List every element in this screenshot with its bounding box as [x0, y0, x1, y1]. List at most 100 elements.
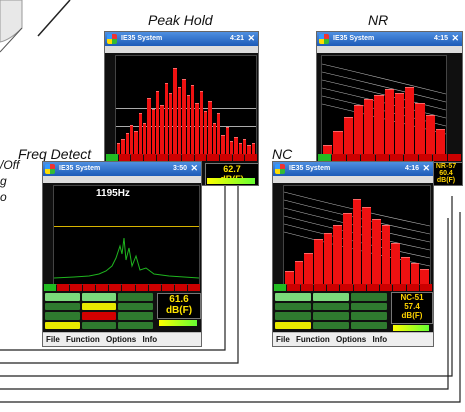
- control-button[interactable]: [275, 293, 311, 301]
- close-icon[interactable]: ✕: [422, 163, 430, 174]
- windows-start-icon[interactable]: [45, 164, 55, 174]
- spectrum-bar: [294, 261, 304, 284]
- windows-start-icon[interactable]: [107, 34, 117, 44]
- control-button[interactable]: [45, 312, 80, 320]
- frequency-trace: [54, 237, 199, 279]
- spectrum-bar: [221, 135, 225, 154]
- control-button[interactable]: [45, 321, 80, 329]
- spectrum-plot: [283, 185, 431, 285]
- spectrum-bar: [229, 141, 234, 154]
- level-unit: dB(F): [165, 305, 193, 316]
- spectrum-bar: [333, 225, 342, 284]
- windows-start-icon[interactable]: [275, 164, 285, 174]
- nc-label: NC-51: [400, 293, 424, 302]
- control-button[interactable]: [118, 321, 153, 329]
- control-button[interactable]: [81, 321, 117, 329]
- spectrum-bar: [410, 263, 420, 284]
- spectrum-bar: [134, 131, 138, 154]
- control-button[interactable]: [118, 312, 153, 320]
- spectrum-bar: [130, 125, 134, 154]
- windows-start-icon[interactable]: [319, 34, 329, 44]
- control-button[interactable]: [313, 302, 349, 310]
- control-button[interactable]: [313, 321, 349, 329]
- control-button[interactable]: [81, 312, 117, 320]
- spectrum-bar: [212, 123, 216, 154]
- control-button[interactable]: [118, 293, 153, 301]
- spectrum-plot: [115, 55, 257, 155]
- control-button[interactable]: [351, 312, 387, 320]
- clock: 4:21: [229, 35, 244, 42]
- control-button[interactable]: [275, 312, 311, 320]
- spectrum-bar: [394, 93, 404, 154]
- clock: 4:16: [404, 165, 419, 172]
- screen-freq-detect: IE35 System 3:50 ✕ 1195Hz 61.6 dB(F) Fil…: [42, 161, 202, 347]
- spectrum-bar: [147, 98, 151, 154]
- spectrum-bar: [125, 133, 130, 154]
- spectrum-bar: [182, 79, 186, 154]
- spectrum-bar: [151, 109, 156, 154]
- menu-bar: File Function Options Info: [43, 332, 201, 346]
- spectrum-bar: [401, 257, 410, 284]
- close-icon[interactable]: ✕: [247, 33, 255, 44]
- sub-header: [317, 46, 462, 53]
- menu-info[interactable]: Info: [372, 335, 387, 344]
- spectrum-bar: [374, 95, 384, 154]
- spectrum-bar: [323, 233, 333, 284]
- menu-file[interactable]: File: [276, 335, 290, 344]
- control-button[interactable]: [81, 302, 117, 310]
- menu-file[interactable]: File: [46, 335, 60, 344]
- level-meter: [207, 178, 255, 184]
- nr-value: 60.4: [439, 170, 453, 177]
- spectrum-bar: [343, 213, 352, 284]
- title-bar: IE35 System 3:50 ✕: [43, 162, 201, 176]
- close-icon[interactable]: ✕: [451, 33, 459, 44]
- control-button[interactable]: [313, 293, 349, 301]
- spectrum-bar: [405, 87, 415, 154]
- spectrum-bar: [160, 105, 164, 154]
- spectrum-bar: [199, 91, 203, 154]
- spectrum-bar: [343, 117, 353, 154]
- menu-function[interactable]: Function: [66, 335, 100, 344]
- control-button[interactable]: [313, 312, 349, 320]
- sub-header: [273, 176, 433, 183]
- menu-options[interactable]: Options: [106, 335, 136, 344]
- spectrum-bar: [195, 103, 199, 154]
- control-button[interactable]: [275, 321, 311, 329]
- menu-options[interactable]: Options: [336, 335, 366, 344]
- control-button[interactable]: [275, 302, 311, 310]
- spectrum-bar: [384, 89, 394, 154]
- spectrum-bar: [190, 85, 195, 154]
- band-indicators: [273, 284, 433, 291]
- control-button[interactable]: [45, 302, 80, 310]
- spectrum-bar: [177, 87, 182, 154]
- spectrum-bar: [242, 139, 247, 154]
- control-button[interactable]: [351, 321, 387, 329]
- control-button[interactable]: [118, 302, 153, 310]
- spectrum-bar: [323, 145, 333, 154]
- control-button[interactable]: [45, 293, 80, 301]
- menu-bar: File Function Options Info: [273, 332, 433, 346]
- sub-header: [43, 176, 201, 183]
- spectrum-bar: [216, 113, 221, 154]
- app-title: IE35 System: [289, 165, 331, 172]
- control-button[interactable]: [351, 293, 387, 301]
- menu-info[interactable]: Info: [142, 335, 157, 344]
- spectrum-bar: [186, 95, 190, 154]
- clock: 3:50: [172, 165, 187, 172]
- spectrum-bar: [234, 137, 238, 154]
- spectrum-bar: [247, 145, 251, 154]
- spectrum-bar: [164, 83, 169, 154]
- title-bar: IE35 System 4:15 ✕: [317, 32, 462, 46]
- close-icon[interactable]: ✕: [190, 163, 198, 174]
- level-meter: [393, 325, 429, 331]
- band-indicators: [317, 154, 462, 161]
- spectrum-bar: [169, 93, 173, 154]
- control-button[interactable]: [351, 302, 387, 310]
- control-button[interactable]: [81, 293, 117, 301]
- nc-unit: dB(F): [401, 311, 423, 320]
- menu-function[interactable]: Function: [296, 335, 330, 344]
- nr-label: NR-57: [435, 163, 457, 170]
- level-readout: 61.6 dB(F): [157, 293, 201, 319]
- app-title: IE35 System: [333, 35, 375, 42]
- band-indicators: [105, 154, 258, 161]
